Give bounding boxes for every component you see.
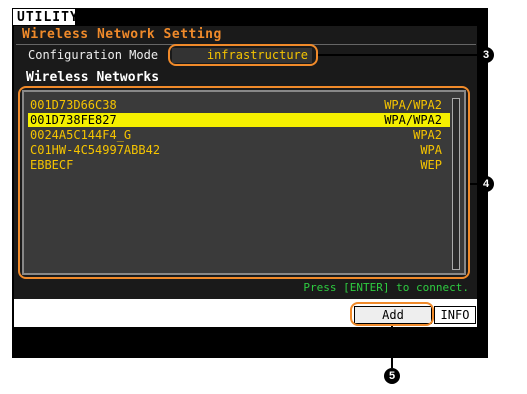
utility-tab[interactable]: UTILITY <box>12 8 78 25</box>
connect-hint: Press [ENTER] to connect. <box>303 281 469 294</box>
info-button[interactable]: INFO <box>434 306 476 324</box>
callout-number-4: 4 <box>478 176 494 192</box>
callout-box-network-list <box>18 86 470 279</box>
callout-leader-5 <box>391 326 393 368</box>
page-title: Wireless Network Setting <box>22 27 222 42</box>
callout-leader-4 <box>470 183 478 185</box>
callout-number-3: 3 <box>478 47 494 63</box>
wireless-networks-heading: Wireless Networks <box>26 70 160 85</box>
callout-leader-3 <box>318 54 478 56</box>
configuration-mode-label: Configuration Mode <box>28 48 159 62</box>
callout-box-config-mode <box>168 44 318 66</box>
callout-number-5: 5 <box>384 368 400 384</box>
callout-box-add-button <box>350 302 434 326</box>
